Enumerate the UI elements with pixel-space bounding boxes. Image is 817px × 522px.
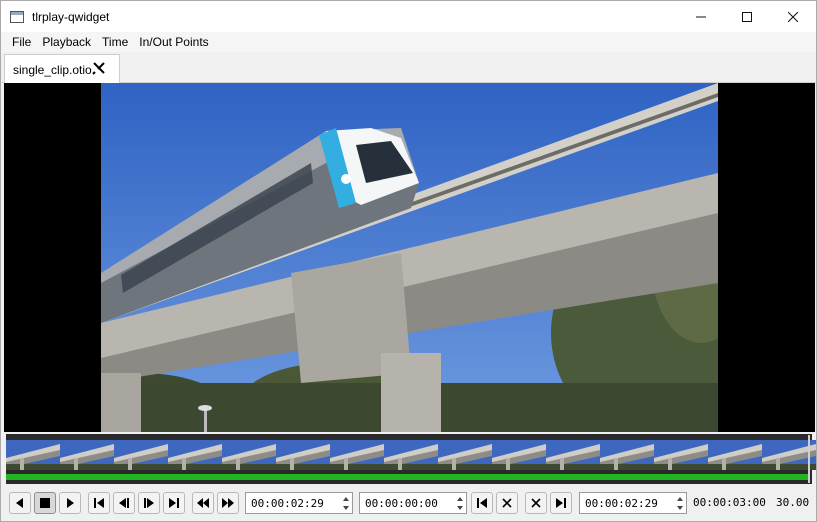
menu-in-out-points[interactable]: In/Out Points: [134, 32, 213, 52]
tab-bar: single_clip.otio: [1, 52, 816, 84]
out-point-icon: [556, 498, 566, 508]
set-in-point-button[interactable]: [471, 492, 493, 514]
timeline-thumbnail: [222, 440, 276, 470]
timeline[interactable]: [6, 434, 816, 484]
stop-icon: [40, 498, 50, 508]
out-point-field[interactable]: 00:00:02:29: [579, 492, 687, 514]
spin-up-icon: [677, 496, 683, 501]
app-window: tlrplay-qwidget File Playback Time In/Ou…: [0, 0, 817, 522]
timeline-thumbnail: [6, 440, 60, 470]
minimize-button[interactable]: [678, 1, 724, 32]
prev-frame-button[interactable]: [113, 492, 135, 514]
title-bar: tlrplay-qwidget: [1, 1, 816, 32]
rewind-icon: [197, 498, 209, 508]
spin-up-icon: [457, 496, 463, 501]
menu-file[interactable]: File: [7, 32, 36, 52]
menu-playback[interactable]: Playback: [37, 32, 96, 52]
in-point-icon: [477, 498, 487, 508]
timeline-thumbnail: [492, 440, 546, 470]
close-icon: [788, 11, 798, 22]
playback-controls: 00:00:02:29 00:00:00:00 00:00:02:29 00:0…: [1, 490, 816, 516]
maximize-icon: [742, 11, 752, 22]
duration-label: 00:00:03:00: [693, 496, 766, 509]
timeline-thumbnail: [546, 440, 600, 470]
timeline-thumbnail: [114, 440, 168, 470]
timeline-thumbnail: [384, 440, 438, 470]
reset-out-point-button[interactable]: [525, 492, 547, 514]
timeline-thumbnail: [60, 440, 114, 470]
close-button[interactable]: [770, 1, 816, 32]
step-back-icon: [119, 498, 129, 508]
timeline-thumbnail: [654, 440, 708, 470]
window-controls: [678, 1, 816, 32]
in-point-stepper[interactable]: [455, 494, 465, 512]
video-frame: [101, 83, 718, 432]
timeline-playhead[interactable]: [808, 435, 810, 483]
window-title: tlrplay-qwidget: [32, 9, 110, 24]
spin-down-icon: [677, 505, 683, 510]
timeline-thumbnail: [708, 440, 762, 470]
play-forward-button[interactable]: [59, 492, 81, 514]
set-out-point-button[interactable]: [550, 492, 572, 514]
end-frame-button[interactable]: [163, 492, 185, 514]
timeline-thumbnail: [276, 440, 330, 470]
prev-clip-button[interactable]: [192, 492, 214, 514]
menu-bar: File Playback Time In/Out Points: [1, 32, 816, 52]
out-point-value: 00:00:02:29: [585, 496, 658, 510]
in-point-value: 00:00:00:00: [365, 496, 438, 510]
tab-single-clip[interactable]: single_clip.otio: [4, 54, 120, 84]
play-reverse-icon: [16, 498, 23, 508]
tab-close-icon[interactable]: [92, 61, 106, 75]
next-clip-button[interactable]: [217, 492, 239, 514]
next-frame-button[interactable]: [138, 492, 160, 514]
skip-start-icon: [94, 498, 104, 508]
video-viewport[interactable]: [4, 83, 815, 432]
fps-label: 30.00: [776, 496, 810, 509]
clear-icon: [531, 498, 541, 508]
step-forward-icon: [144, 498, 154, 508]
tab-label: single_clip.otio: [13, 62, 92, 77]
menu-time[interactable]: Time: [97, 32, 133, 52]
skip-end-icon: [169, 498, 179, 508]
stop-button[interactable]: [34, 492, 56, 514]
timeline-progress-bar: [6, 474, 809, 480]
clear-icon: [502, 498, 512, 508]
timeline-thumbnail: [168, 440, 222, 470]
out-point-stepper[interactable]: [675, 494, 685, 512]
spin-down-icon: [343, 505, 349, 510]
start-frame-button[interactable]: [88, 492, 110, 514]
spin-up-icon: [343, 496, 349, 501]
fast-forward-icon: [222, 498, 234, 508]
timeline-thumbnail: [600, 440, 654, 470]
current-time-value: 00:00:02:29: [251, 496, 324, 510]
in-point-field[interactable]: 00:00:00:00: [359, 492, 467, 514]
app-icon: [10, 10, 24, 23]
timeline-thumbnail: [438, 440, 492, 470]
play-reverse-button[interactable]: [9, 492, 31, 514]
minimize-icon: [696, 16, 706, 17]
reset-in-point-button[interactable]: [496, 492, 518, 514]
current-time-field[interactable]: 00:00:02:29: [245, 492, 353, 514]
current-time-stepper[interactable]: [341, 494, 351, 512]
thumbnail-strip: [6, 440, 816, 470]
spin-down-icon: [457, 505, 463, 510]
timeline-thumbnail: [330, 440, 384, 470]
play-icon: [67, 498, 74, 508]
maximize-button[interactable]: [724, 1, 770, 32]
